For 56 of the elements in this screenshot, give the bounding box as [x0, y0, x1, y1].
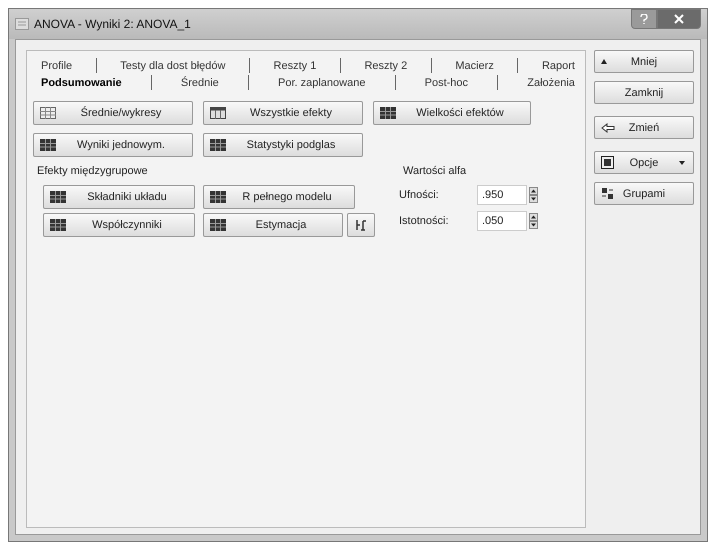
- table-icon: [210, 219, 226, 231]
- tab[interactable]: Reszty 1: [272, 60, 318, 72]
- report-button[interactable]: Składniki układu: [43, 185, 195, 209]
- report-button[interactable]: Średnie/wykresy: [33, 101, 193, 125]
- field-label: Istotności:: [399, 215, 450, 227]
- number-field[interactable]: .950: [477, 185, 527, 205]
- group-title: Efekty międzygrupowe: [37, 165, 149, 177]
- tab[interactable]: Por. zaplanowane: [276, 76, 368, 88]
- side-button[interactable]: Mniej: [594, 50, 694, 73]
- table-icon: [210, 191, 226, 203]
- table-icon: [50, 219, 66, 231]
- field-label: Ufności:: [399, 189, 440, 201]
- report-button[interactable]: Statystyki podglas: [203, 133, 363, 157]
- number-field[interactable]: .050: [477, 211, 527, 231]
- side-button[interactable]: Zamknij: [594, 81, 694, 104]
- tab[interactable]: Macierz: [453, 60, 496, 72]
- help-icon: [640, 14, 648, 24]
- report-button[interactable]: Wyniki jednowym.: [33, 133, 193, 157]
- left-arrow-icon: [601, 122, 615, 132]
- side-button[interactable]: Grupami: [594, 182, 694, 205]
- down-arrow-icon[interactable]: [529, 195, 538, 203]
- table-icon: [380, 107, 396, 119]
- tab[interactable]: Testy dla dost błędów: [118, 60, 228, 72]
- side-button[interactable]: Zmień: [594, 116, 694, 139]
- chart-grid-icon: [40, 107, 56, 119]
- help-button[interactable]: [631, 9, 657, 29]
- report-button[interactable]: Wielkości efektów: [373, 101, 531, 125]
- side-button[interactable]: Opcje: [594, 151, 694, 174]
- close-button[interactable]: [657, 9, 701, 29]
- window-title: ANOVA - Wyniki 2: ANOVA_1: [34, 17, 191, 31]
- close-icon: [674, 14, 684, 24]
- up-arrow-icon[interactable]: [529, 213, 538, 221]
- table-icon: [50, 191, 66, 203]
- tab[interactable]: Post-hoc: [422, 76, 470, 88]
- table-icon: [40, 139, 56, 151]
- groups-icon: [601, 187, 614, 200]
- tab[interactable]: Profile: [39, 60, 74, 72]
- group-title: Wartości alfa: [403, 165, 468, 177]
- tab[interactable]: Reszty 2: [362, 60, 410, 72]
- up-arrow-icon[interactable]: [529, 187, 538, 195]
- report-button[interactable]: R pełnego modelu: [203, 185, 355, 209]
- table-icon: [210, 139, 226, 151]
- tab[interactable]: Raport: [540, 60, 577, 72]
- report-button[interactable]: Wszystkie efekty: [203, 101, 363, 125]
- table-icon: [210, 107, 226, 119]
- options-button[interactable]: [347, 213, 375, 237]
- options-icon: [601, 156, 614, 169]
- down-arrow-icon[interactable]: [529, 221, 538, 229]
- report-button[interactable]: Współczynniki: [43, 213, 195, 237]
- settings-icon: [355, 219, 367, 231]
- tab[interactable]: Średnie: [178, 76, 221, 88]
- tab[interactable]: Podsumowanie: [39, 76, 124, 88]
- up-triangle-icon: [601, 59, 607, 64]
- report-button[interactable]: Estymacja: [203, 213, 343, 237]
- tab[interactable]: Założenia: [525, 76, 577, 88]
- app-icon: [15, 18, 29, 30]
